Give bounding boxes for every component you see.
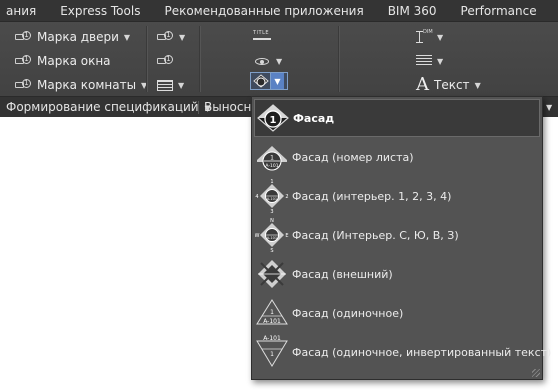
panel-title-schedules[interactable]: Формирование спецификаций ▼ [6, 97, 211, 118]
elevation-dropdown-menu: 1 Фасад 1 A-101 Фасад (номер листа) 1 2 … [251, 96, 551, 380]
tab-express-tools[interactable]: Express Tools [48, 0, 152, 22]
svg-text:2: 2 [285, 194, 288, 200]
tab-performance[interactable]: Performance [449, 0, 549, 22]
view-symbol-icon [253, 55, 271, 67]
menu-item-elevation-sheet-number[interactable]: 1 A-101 Фасад (номер листа) [254, 138, 540, 176]
ribbon-panel-area: 1 Марка двери ▼ 1 Марка окна 1 Марка ком… [0, 22, 558, 96]
room-tag-label: Марка комнаты [37, 78, 137, 92]
svg-text:1: 1 [270, 179, 273, 185]
chevron-down-icon: ▼ [474, 80, 481, 90]
menu-item-label: Фасад (Интерьер. С, Ю, В, З) [292, 228, 459, 242]
menu-item-label: Фасад [293, 111, 335, 125]
chevron-down-icon: ▼ [179, 32, 186, 42]
svg-text:N: N [270, 218, 274, 224]
chevron-down-icon[interactable]: ▼ [546, 97, 552, 118]
svg-text:A-101: A-101 [267, 236, 277, 240]
interior-elevation-numeric-icon: 1 2 3 4 A-101 [254, 178, 290, 214]
text-button-label: Текст [434, 78, 470, 92]
menu-item-single-elevation[interactable]: 1 A-101 Фасад (одиночное) [254, 294, 540, 332]
elevation-icon: 1 [255, 100, 291, 136]
title-mark-button[interactable]: TITLE [253, 28, 271, 46]
multiline-text-style-button[interactable]: ▼ [416, 52, 443, 70]
text-button[interactable]: A Текст ▼ [416, 76, 481, 94]
chevron-down-icon: ▼ [437, 32, 444, 42]
menu-item-single-elevation-inverted[interactable]: A-101 1 Фасад (одиночное, инвертированны… [254, 333, 551, 371]
window-tag-button[interactable]: 1 Марка окна [14, 52, 111, 70]
svg-text:4: 4 [255, 194, 258, 200]
tag-all-button[interactable]: 1 [156, 52, 174, 70]
view-symbol-button[interactable]: ▼ [253, 52, 282, 70]
svg-text:A-101: A-101 [265, 163, 278, 169]
interior-elevation-compass-icon: N E S W A-101 [254, 217, 290, 253]
chevron-down-icon: ▼ [437, 56, 444, 66]
svg-text:A-101: A-101 [263, 335, 281, 342]
svg-text:1: 1 [270, 115, 277, 126]
chevron-down-icon: ▼ [276, 56, 283, 66]
room-tag-button[interactable]: 1 Марка комнаты ▼ [14, 76, 147, 94]
dimension-icon: DIM [416, 29, 433, 44]
chevron-down-icon: ▼ [274, 76, 281, 86]
svg-text:E: E [285, 233, 288, 239]
menu-item-interior-elevation-numeric[interactable]: 1 2 3 4 A-101 Фасад (интерьер. 1, 2, 3, … [254, 177, 540, 215]
tag-split-button[interactable]: 1 ▼ [156, 28, 185, 46]
elevation-dropdown-toggle[interactable]: ▼ [270, 73, 284, 89]
svg-text:3: 3 [270, 209, 273, 213]
panel-title-separator [198, 101, 199, 114]
tab-annotate[interactable]: ания [0, 0, 48, 22]
tab-featured-apps[interactable]: Рекомендованные приложения [152, 0, 375, 22]
svg-text:W: W [255, 233, 260, 239]
menu-item-interior-elevation-compass[interactable]: N E S W A-101 Фасад (Интерьер. С, Ю, В, … [254, 216, 540, 254]
single-elevation-icon: 1 A-101 [254, 295, 290, 331]
chevron-down-icon: ▼ [178, 80, 185, 90]
svg-text:A-101: A-101 [267, 197, 277, 201]
door-tag-label: Марка двери [37, 30, 119, 44]
ribbon-divider [199, 26, 200, 92]
ribbon-tab-bar: ания Express Tools Рекомендованные прило… [0, 0, 558, 22]
exterior-elevation-icon [254, 256, 290, 292]
window-tag-label: Марка окна [37, 54, 111, 68]
menu-item-label: Фасад (номер листа) [292, 150, 414, 164]
menu-item-elevation[interactable]: 1 Фасад [254, 99, 540, 137]
list-icon [416, 55, 432, 67]
text-icon: A [416, 74, 429, 95]
dimension-button[interactable]: DIM ▼ [416, 28, 443, 46]
svg-text:S: S [270, 248, 273, 252]
door-tag-button[interactable]: 1 Марка двери ▼ [14, 28, 130, 46]
svg-text:A-101: A-101 [263, 318, 281, 325]
menu-item-exterior-elevation[interactable]: Фасад (внешний) [254, 255, 540, 293]
ribbon-divider [338, 26, 339, 92]
door-tag-icon: 1 [14, 30, 32, 44]
menu-item-label: Фасад (одиночное, инвертированный текст) [292, 345, 552, 359]
svg-text:1: 1 [270, 155, 274, 162]
title-mark-icon: TITLE [253, 31, 271, 43]
chevron-down-icon: ▼ [123, 32, 131, 42]
menu-item-label: Фасад (одиночное) [292, 306, 404, 320]
single-elevation-inverted-icon: A-101 1 [254, 334, 290, 370]
ribbon-display-toggle[interactable]: ▼ [549, 0, 558, 22]
elevation-split-button[interactable]: ▼ [250, 72, 288, 90]
schedule-button[interactable]: ▼ [157, 76, 184, 94]
table-icon [157, 79, 173, 91]
elevation-icon [251, 73, 270, 89]
room-tag-icon: 1 [14, 78, 32, 92]
window-tag-icon: 1 [14, 54, 32, 68]
svg-text:1: 1 [270, 351, 274, 358]
resize-grip-icon[interactable] [532, 369, 540, 377]
tab-bim360[interactable]: BIM 360 [376, 0, 449, 22]
elevation-sheet-number-icon: 1 A-101 [254, 139, 290, 175]
svg-text:1: 1 [270, 309, 274, 316]
tag-icon: 1 [156, 30, 174, 44]
menu-item-label: Фасад (интерьер. 1, 2, 3, 4) [292, 189, 452, 203]
tag-all-icon: 1 [156, 54, 174, 68]
menu-item-label: Фасад (внешний) [292, 267, 393, 281]
ribbon-divider [146, 26, 147, 92]
